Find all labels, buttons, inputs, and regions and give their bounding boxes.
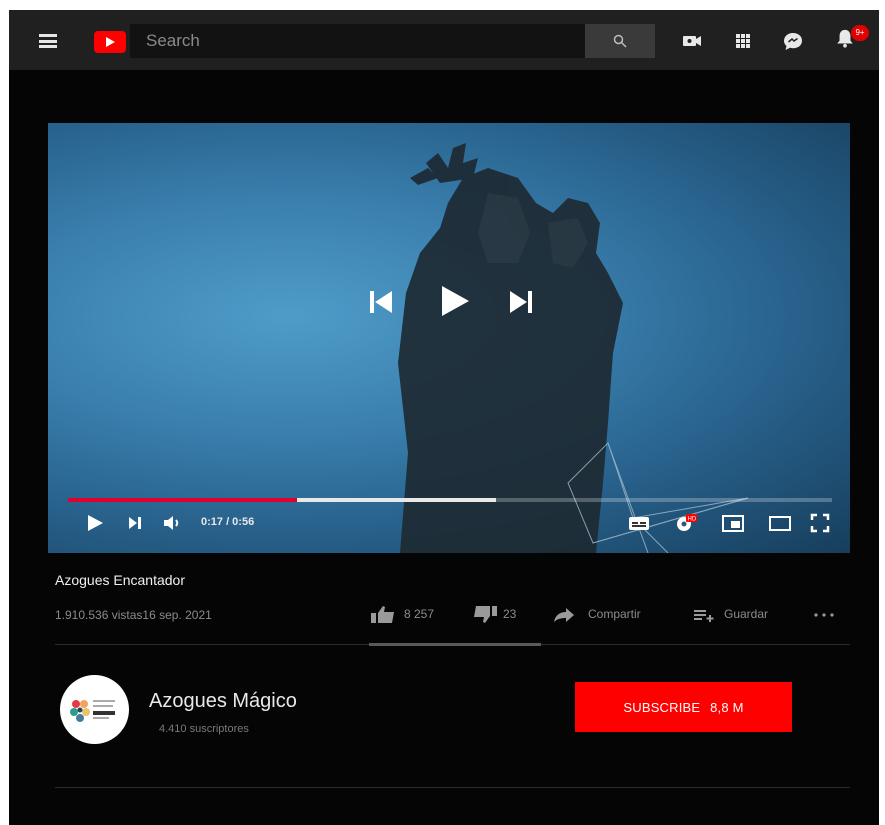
search-button[interactable] xyxy=(585,24,655,58)
apps-grid-icon[interactable] xyxy=(732,31,754,51)
time-display: 0:17 / 0:56 xyxy=(201,516,255,528)
hamburger-menu-icon[interactable] xyxy=(39,34,57,48)
video-camera-icon[interactable] xyxy=(681,31,703,51)
subtitles-icon[interactable] xyxy=(628,513,650,533)
next-button-icon[interactable] xyxy=(127,513,143,533)
video-title: Azogues Encantador xyxy=(55,572,185,588)
save-button[interactable]: Guardar xyxy=(692,604,792,626)
save-label: Guardar xyxy=(724,607,769,621)
share-button[interactable]: Compartir xyxy=(552,604,662,626)
playlist-add-icon xyxy=(694,610,714,622)
youtube-window: 9+ xyxy=(9,10,879,825)
video-player[interactable]: 0:17 / 0:56 HD xyxy=(48,123,850,553)
subscribe-button[interactable]: SUBSCRIBE 8,8 M xyxy=(575,682,792,732)
messages-icon[interactable] xyxy=(782,31,804,51)
youtube-logo[interactable] xyxy=(94,31,126,53)
search-icon xyxy=(613,34,627,48)
like-count: 8 257 xyxy=(404,607,435,621)
like-button[interactable]: 8 257 xyxy=(369,604,449,626)
played-progress xyxy=(68,498,298,502)
notification-count-badge: 9+ xyxy=(851,25,869,41)
divider xyxy=(55,787,850,788)
share-arrow-icon xyxy=(554,608,574,622)
center-controls xyxy=(368,283,538,323)
search-input[interactable] xyxy=(130,24,585,58)
dislike-button[interactable]: 23 xyxy=(471,604,531,626)
share-label: Compartir xyxy=(588,607,641,621)
volume-icon[interactable] xyxy=(162,513,182,533)
seek-bar[interactable] xyxy=(68,498,832,502)
channel-name[interactable]: Azogues Mágico xyxy=(149,690,297,713)
previous-video-icon[interactable] xyxy=(368,288,394,316)
thumbs-up-icon xyxy=(371,606,394,623)
play-icon[interactable] xyxy=(436,283,472,319)
more-options-icon[interactable] xyxy=(812,610,836,620)
thumbs-down-icon xyxy=(474,606,497,623)
video-frame xyxy=(398,143,749,553)
miniplayer-icon[interactable] xyxy=(721,513,745,533)
svg-text:HD: HD xyxy=(688,517,697,523)
theater-mode-icon[interactable] xyxy=(768,513,792,533)
fullscreen-icon[interactable] xyxy=(810,513,830,533)
channel-avatar[interactable] xyxy=(60,675,129,744)
subscribe-label: SUBSCRIBE xyxy=(623,699,701,715)
play-button-icon[interactable] xyxy=(86,513,104,533)
sentiment-bar xyxy=(369,643,541,646)
dislike-count: 23 xyxy=(503,607,517,621)
subscribe-count: 8,8 M xyxy=(710,699,744,715)
channel-logo xyxy=(70,700,115,722)
subscriber-count: 4.410 suscriptores xyxy=(159,723,249,735)
settings-gear-icon[interactable]: HD xyxy=(674,513,698,533)
top-bar: 9+ xyxy=(9,10,879,70)
next-video-icon[interactable] xyxy=(508,288,534,316)
views-and-date: 1.910.536 vistas16 sep. 2021 xyxy=(55,608,212,622)
